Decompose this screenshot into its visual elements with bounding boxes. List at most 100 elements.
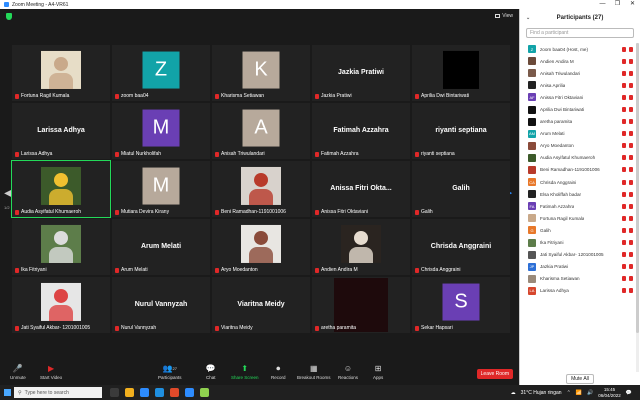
participants-scrollbar[interactable] (636, 43, 639, 372)
start-button[interactable] (0, 385, 14, 400)
participants-button[interactable]: 👥 27 Participants (158, 364, 182, 380)
participant-avatar (528, 57, 536, 66)
participant-row[interactable]: Anisa Aprilia (520, 79, 635, 91)
video-tile[interactable]: K Kharisma Setiawan (212, 45, 310, 101)
video-tile[interactable]: A Anisah Triwulandari (212, 103, 310, 159)
video-tile[interactable]: M Miatul Nurkholifah (112, 103, 210, 159)
video-off-icon (629, 46, 633, 52)
tile-name-label: Fatimah Azzahra (315, 151, 359, 157)
participant-name: Aryo Moedanton (540, 143, 574, 149)
participant-row[interactable]: Z zoom baa04 (Host, me) (520, 43, 635, 55)
participant-row[interactable]: FA Fatimah Azzahra (520, 200, 635, 212)
taskbar-app-icon[interactable] (125, 388, 134, 397)
network-icon[interactable]: 📶 (576, 390, 582, 396)
breakout-rooms-button[interactable]: ▦ Breakout Rooms (297, 364, 331, 380)
participant-row[interactable]: Beni Ramadhan-1191001006 (520, 164, 635, 176)
participant-row[interactable]: Aryo Moedanton (520, 140, 635, 152)
view-button[interactable]: View (495, 13, 513, 19)
participant-row[interactable]: Fortuna Ragil Kumala (520, 212, 635, 224)
taskbar-app-icon[interactable] (200, 388, 209, 397)
maximize-button[interactable]: ❐ (610, 0, 625, 9)
participant-row[interactable]: Audia Asyifatul Khumaeroh (520, 152, 635, 164)
muted-mic-icon (622, 70, 626, 76)
video-tile[interactable]: Jazkia Pratiwi Jazkia Pratiwi (312, 45, 410, 101)
zoom-logo-icon (4, 2, 9, 7)
taskbar-app-icon[interactable] (140, 388, 149, 397)
participant-search-input[interactable]: Find a participant (526, 28, 634, 38)
video-tile[interactable]: Fortuna Ragil Kumala (12, 45, 110, 101)
video-tile[interactable]: aretha paramita (312, 277, 410, 333)
tray-arrow-icon[interactable]: ⌃ (567, 390, 571, 396)
collapse-chevron-icon[interactable]: ⌄ (526, 15, 530, 21)
participants-icon: 👥 27 (162, 364, 177, 373)
video-tile[interactable]: Viaritna Meidy Viaritna Meidy (212, 277, 310, 333)
participant-row[interactable]: Kharisma Setiawan (520, 273, 635, 285)
muted-mic-icon (622, 46, 626, 52)
taskbar-search-input[interactable]: ⚲ Type here to search (14, 387, 102, 398)
minimize-button[interactable]: — (595, 0, 610, 9)
close-button[interactable]: ✕ (625, 0, 640, 9)
muted-mic-icon (215, 151, 219, 157)
participant-row[interactable]: Anisah Triwulandari (520, 67, 635, 79)
taskbar-app-icon[interactable] (170, 388, 179, 397)
volume-icon[interactable]: 🔊 (587, 390, 593, 396)
taskbar-app-icon[interactable] (110, 388, 119, 397)
unmute-button[interactable]: 🎤 Unmute (10, 364, 26, 380)
weather-text[interactable]: 31°C Hujan ringan (521, 390, 562, 396)
video-tile[interactable]: Beni Ramadhan-1191001006 (212, 161, 310, 217)
taskbar-app-icon[interactable] (155, 388, 164, 397)
start-video-button[interactable]: ▶ Start Video (40, 364, 62, 380)
video-tile[interactable]: Andien Andira M (312, 219, 410, 275)
video-tile[interactable]: S Sekar Hapsari (412, 277, 510, 333)
tile-name-text: Ika Fitriyani (21, 267, 47, 273)
video-tile[interactable]: Nurul Vannyzah Nurul Vannyzah (112, 277, 210, 333)
video-tile[interactable]: M Mutiara Devira Kirany (112, 161, 210, 217)
participant-row[interactable]: AF Anissa Fitri Oktaviani (520, 91, 635, 103)
participant-display-name: Galih (452, 184, 470, 192)
video-tile[interactable]: Arum Melati Arum Melati (112, 219, 210, 275)
video-tile[interactable]: riyanti septiana riyanti septiana (412, 103, 510, 159)
video-tile[interactable]: Chrisda Anggraini Chrisda Anggraini (412, 219, 510, 275)
participant-name: zoom baa04 (Host, me) (540, 46, 588, 52)
participant-row[interactable]: AM Arum Melati (520, 128, 635, 140)
participant-avatar (528, 81, 536, 90)
reactions-label: Reactions (338, 375, 359, 380)
participant-video-image (341, 224, 381, 263)
taskbar-clock[interactable]: 15:45 06/04/2022 (598, 387, 621, 399)
video-tile[interactable]: Jati Syaiful Akbar- 1201001005 (12, 277, 110, 333)
apps-button[interactable]: ⊞ Apps (373, 364, 383, 380)
participant-row[interactable]: Aprilia Dwi Bintariwati (520, 103, 635, 115)
participant-row[interactable]: JP Jazkia Pratiwi (520, 261, 635, 273)
video-tile[interactable]: Larissa Adhya Larissa Adhya (12, 103, 110, 159)
unmute-label: Unmute (10, 375, 26, 380)
mute-all-button[interactable]: Mute All (566, 373, 594, 384)
participant-row[interactable]: LA Larissa Adhya (520, 285, 635, 297)
participant-row[interactable]: Jati Syaiful Akbar- 1201001005 (520, 249, 635, 261)
reactions-button[interactable]: ☺ Reactions (338, 364, 358, 380)
previous-page-arrow-icon[interactable]: ◀ (4, 188, 12, 202)
participant-row[interactable]: G Galih (520, 224, 635, 236)
video-tile[interactable]: Ika Fitriyani (12, 219, 110, 275)
participant-row[interactable]: Andien Andira M (520, 55, 635, 67)
leave-room-button[interactable]: Leave Room (476, 369, 513, 379)
tile-name-text: Larissa Adhya (21, 151, 53, 157)
participant-row[interactable]: Elsa Kholiffah badar (520, 188, 635, 200)
video-tile[interactable]: Aryo Moedanton (212, 219, 310, 275)
chat-button[interactable]: 💬 Chat (206, 364, 216, 380)
video-tile[interactable]: Audia Asyifatul Khumaeroh (11, 160, 111, 218)
participant-row[interactable]: Ika Fitriyani (520, 237, 635, 249)
notifications-icon[interactable]: 💬 (626, 390, 632, 396)
video-tile[interactable]: Galih Galih (412, 161, 510, 217)
video-tile[interactable]: Fatimah Azzahra Fatimah Azzahra (312, 103, 410, 159)
record-button[interactable]: ⏺ Record (271, 364, 286, 381)
security-shield-icon[interactable] (6, 12, 12, 20)
video-tile[interactable]: Aprilia Dwi Bintariwati (412, 45, 510, 101)
video-tile[interactable]: Anissa Fitri Okta... Anissa Fitri Oktavia… (312, 161, 410, 217)
participant-display-name: Larissa Adhya (37, 126, 85, 134)
participant-row[interactable]: CA Chrisda Anggraini (520, 176, 635, 188)
video-tile[interactable]: Zzoom baa04 (112, 45, 210, 101)
share-screen-button[interactable]: ⬆ Share Screen (231, 364, 259, 380)
taskbar-app-icon[interactable] (185, 388, 194, 397)
participant-display-name: Jazkia Pratiwi (338, 68, 384, 76)
participant-row[interactable]: aretha paramita (520, 116, 635, 128)
